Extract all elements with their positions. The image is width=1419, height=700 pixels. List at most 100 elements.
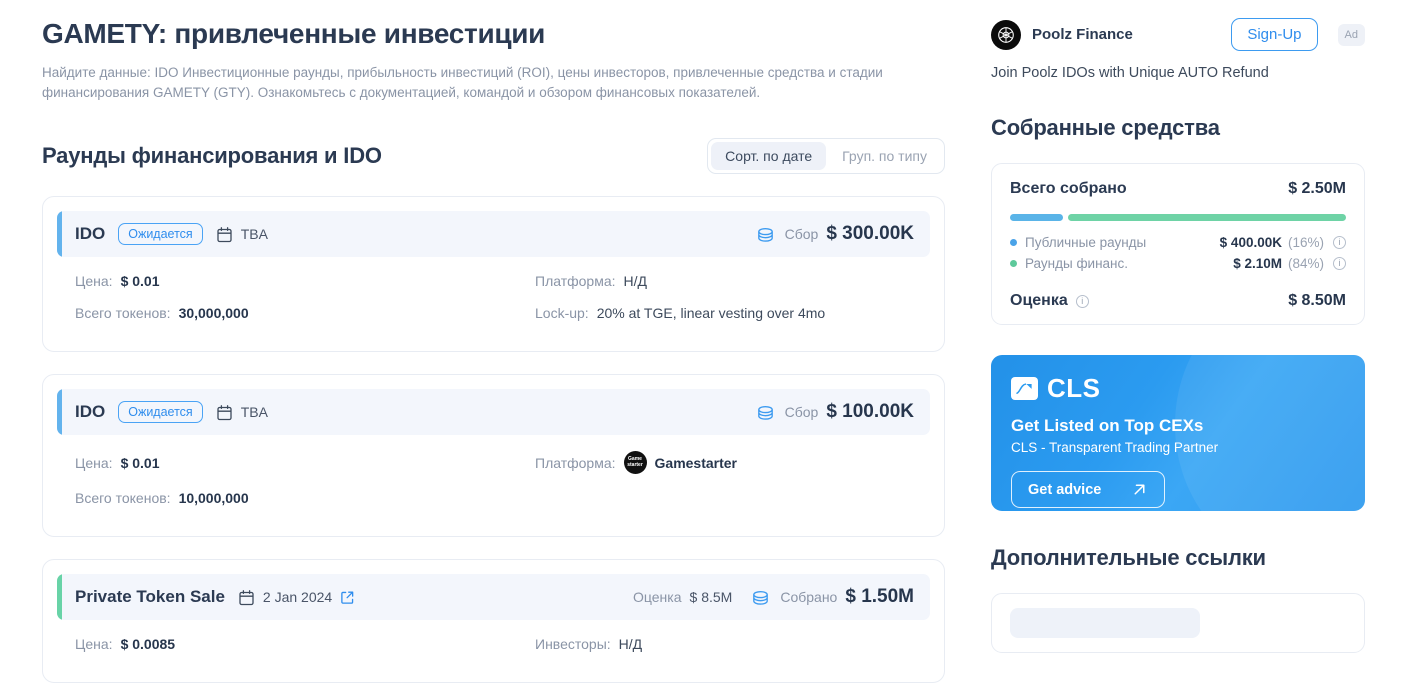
cls-chart-icon bbox=[1011, 377, 1038, 400]
round-card-body: Цена: $ 0.01 Платформа: Н/Д Всего токено… bbox=[57, 257, 930, 337]
funds-total-row: Всего собрано $ 2.50M bbox=[1010, 180, 1346, 198]
funds-total-label: Всего собрано bbox=[1010, 180, 1127, 198]
funds-legend-row: Публичные раунды $ 400.00K (16%) i bbox=[1010, 232, 1346, 253]
cls-subline: CLS - Transparent Trading Partner bbox=[1011, 440, 1345, 455]
funds-valuation-row: Оценка i $ 8.50M bbox=[1010, 292, 1346, 310]
field-label: Цена: bbox=[75, 273, 113, 289]
round-accent-bar bbox=[57, 574, 62, 620]
info-icon[interactable]: i bbox=[1076, 295, 1089, 308]
main-content: GAMETY: привлеченные инвестиции Найдите … bbox=[0, 0, 975, 700]
funds-legend: Публичные раунды $ 400.00K (16%) i Раунд… bbox=[1010, 232, 1346, 274]
field-label: Lock-up: bbox=[535, 305, 589, 321]
page-root: GAMETY: привлеченные инвестиции Найдите … bbox=[0, 0, 1419, 700]
field-label: Инвесторы: bbox=[535, 636, 611, 652]
funds-bar-segment-financing bbox=[1068, 214, 1346, 221]
field-value: 30,000,000 bbox=[179, 305, 249, 321]
round-detail-row: Цена: $ 0.01 Платформа: Gamestarter Game… bbox=[61, 435, 926, 474]
round-detail-row: Цена: $ 0.01 Платформа: Н/Д bbox=[61, 257, 926, 289]
legend-dot-icon bbox=[1010, 260, 1017, 267]
toggle-group-by-type[interactable]: Груп. по типу bbox=[828, 142, 941, 170]
cls-brand-row: CLS bbox=[1011, 373, 1345, 404]
round-field-price: Цена: $ 0.01 bbox=[75, 273, 535, 289]
round-date: TBA bbox=[216, 404, 268, 421]
info-icon[interactable]: i bbox=[1333, 257, 1346, 270]
round-name: IDO bbox=[75, 224, 105, 244]
field-label: Цена: bbox=[75, 636, 113, 652]
round-valuation-value: $ 8.5M bbox=[690, 589, 733, 605]
round-field-total-tokens: Всего токенов: 30,000,000 bbox=[75, 305, 535, 321]
round-accent-bar bbox=[57, 211, 62, 257]
calendar-icon bbox=[216, 226, 233, 243]
funds-valuation-label: Оценка bbox=[1010, 292, 1068, 310]
round-card[interactable]: Private Token Sale 2 Jan 2024 bbox=[42, 559, 945, 683]
rounds-section-title: Раунды финансирования и IDO bbox=[42, 143, 382, 169]
round-card-body: Цена: $ 0.01 Платформа: Gamestarter Game… bbox=[57, 435, 930, 522]
round-status-badge: Ожидается bbox=[118, 223, 202, 245]
legend-label: Раунды финанс. bbox=[1025, 256, 1233, 271]
arrow-up-right-icon bbox=[1131, 481, 1148, 498]
gamestarter-logo: Gamestarter bbox=[624, 451, 647, 474]
poolz-logo bbox=[991, 20, 1021, 50]
info-icon[interactable]: i bbox=[1333, 236, 1346, 249]
legend-dot-icon bbox=[1010, 239, 1017, 246]
round-date-text: 2 Jan 2024 bbox=[263, 589, 332, 605]
round-card[interactable]: IDO Ожидается TBA bbox=[42, 196, 945, 352]
ad-advertiser-name: Poolz Finance bbox=[1032, 26, 1220, 43]
round-name: Private Token Sale bbox=[75, 587, 225, 607]
coins-icon bbox=[755, 402, 776, 423]
link-placeholder-pill[interactable] bbox=[1010, 608, 1200, 638]
page-subtitle: Найдите данные: IDO Инвестиционные раунд… bbox=[42, 63, 922, 102]
funds-bar-segment-public bbox=[1010, 214, 1063, 221]
round-card-header: Private Token Sale 2 Jan 2024 bbox=[57, 574, 930, 620]
legend-percent: (16%) bbox=[1288, 235, 1324, 250]
links-card[interactable] bbox=[991, 593, 1365, 653]
round-card[interactable]: IDO Ожидается TBA bbox=[42, 374, 945, 537]
ad-signup-button[interactable]: Sign-Up bbox=[1231, 18, 1317, 51]
field-label: Всего токенов: bbox=[75, 305, 171, 321]
round-raise-value: $ 1.50M bbox=[845, 586, 914, 608]
round-detail-row: Всего токенов: 10,000,000 bbox=[61, 474, 926, 522]
round-field-total-tokens: Всего токенов: 10,000,000 bbox=[75, 490, 535, 506]
round-raise-label: Сбор bbox=[785, 226, 819, 242]
round-status-badge: Ожидается bbox=[118, 401, 202, 423]
funds-total-value: $ 2.50M bbox=[1288, 180, 1346, 198]
round-raise-value: $ 300.00K bbox=[826, 223, 914, 245]
round-raise-label: Собрано bbox=[780, 589, 837, 605]
cls-button-label: Get advice bbox=[1028, 482, 1101, 498]
funds-legend-row: Раунды финанс. $ 2.10M (84%) i bbox=[1010, 253, 1346, 274]
field-value: $ 0.0085 bbox=[121, 636, 176, 652]
round-name: IDO bbox=[75, 402, 105, 422]
round-valuation-label: Оценка bbox=[633, 589, 682, 605]
funds-progress-bar bbox=[1010, 214, 1346, 221]
legend-percent: (84%) bbox=[1288, 256, 1324, 271]
funds-valuation-value: $ 8.50M bbox=[1288, 292, 1346, 310]
rounds-view-toggle[interactable]: Сорт. по дате Груп. по типу bbox=[707, 138, 945, 174]
round-field-price: Цена: $ 0.0085 bbox=[75, 636, 535, 652]
ad-description: Join Poolz IDOs with Unique AUTO Refund bbox=[991, 65, 1365, 81]
field-value[interactable]: Gamestarter bbox=[655, 455, 738, 471]
round-field-lockup: Lock-up: 20% at TGE, linear vesting over… bbox=[535, 305, 825, 321]
cls-ad-banner[interactable]: CLS Get Listed on Top CEXs CLS - Transpa… bbox=[991, 355, 1365, 511]
external-link-icon[interactable] bbox=[340, 590, 355, 605]
round-date: TBA bbox=[216, 226, 268, 243]
round-field-investors: Инвесторы: Н/Д bbox=[535, 636, 642, 652]
cls-get-advice-button[interactable]: Get advice bbox=[1011, 471, 1165, 508]
ad-label-badge: Ad bbox=[1338, 24, 1365, 46]
round-date-text: TBA bbox=[241, 226, 268, 242]
round-field-platform: Платформа: Gamestarter Gamestarter bbox=[535, 451, 737, 474]
rounds-section-header: Раунды финансирования и IDO Сорт. по дат… bbox=[42, 138, 945, 174]
cls-brand-name: CLS bbox=[1047, 373, 1101, 404]
legend-value: $ 2.10M bbox=[1233, 256, 1282, 271]
round-raise-value: $ 100.00K bbox=[826, 401, 914, 423]
coins-icon bbox=[750, 587, 771, 608]
ad-banner-header: Poolz Finance Sign-Up Ad bbox=[991, 18, 1365, 51]
round-accent-bar bbox=[57, 389, 62, 435]
field-value: 20% at TGE, linear vesting over 4mo bbox=[597, 305, 826, 321]
round-card-header: IDO Ожидается TBA bbox=[57, 389, 930, 435]
toggle-sort-by-date[interactable]: Сорт. по дате bbox=[711, 142, 826, 170]
round-field-platform: Платформа: Н/Д bbox=[535, 273, 647, 289]
field-value: $ 0.01 bbox=[121, 455, 160, 471]
field-value: $ 0.01 bbox=[121, 273, 160, 289]
round-detail-row: Цена: $ 0.0085 Инвесторы: Н/Д bbox=[61, 620, 926, 668]
legend-label: Публичные раунды bbox=[1025, 235, 1220, 250]
